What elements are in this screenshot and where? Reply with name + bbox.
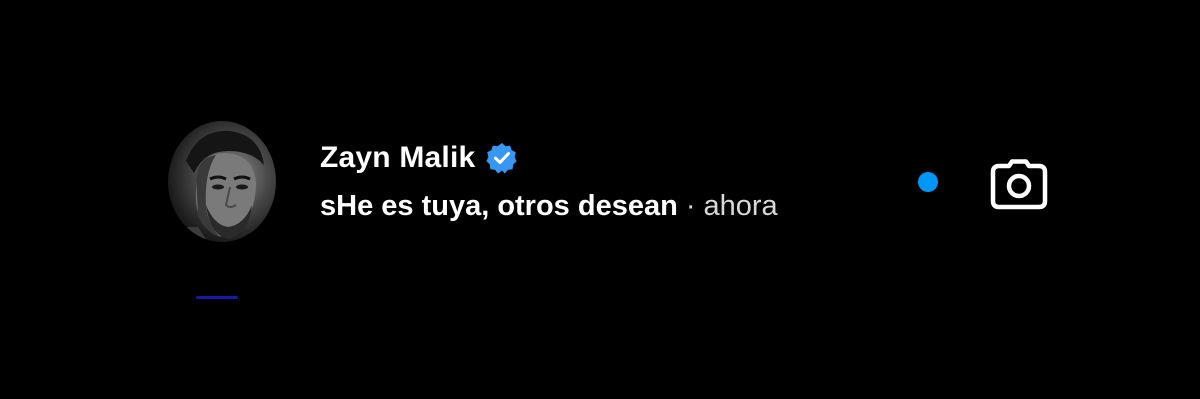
preview-line: sHe es tuya, otros desean · ahora [320, 190, 920, 223]
camera-button[interactable] [990, 159, 1048, 211]
bottom-accent [196, 296, 238, 299]
message-thread-row[interactable]: Zayn Malik sHe es tuya, otros desean · a… [0, 0, 1200, 399]
avatar[interactable] [168, 121, 276, 242]
unread-dot [918, 172, 938, 192]
contact-name: Zayn Malik [320, 141, 476, 174]
message-preview: sHe es tuya, otros desean [320, 190, 678, 222]
avatar-photo-icon [168, 130, 276, 242]
camera-icon [990, 159, 1048, 210]
timestamp: ahora [703, 190, 778, 222]
separator: · [685, 190, 696, 222]
name-line: Zayn Malik [320, 138, 920, 178]
thread-text: Zayn Malik sHe es tuya, otros desean · a… [320, 138, 920, 223]
verified-badge-icon [485, 141, 519, 175]
